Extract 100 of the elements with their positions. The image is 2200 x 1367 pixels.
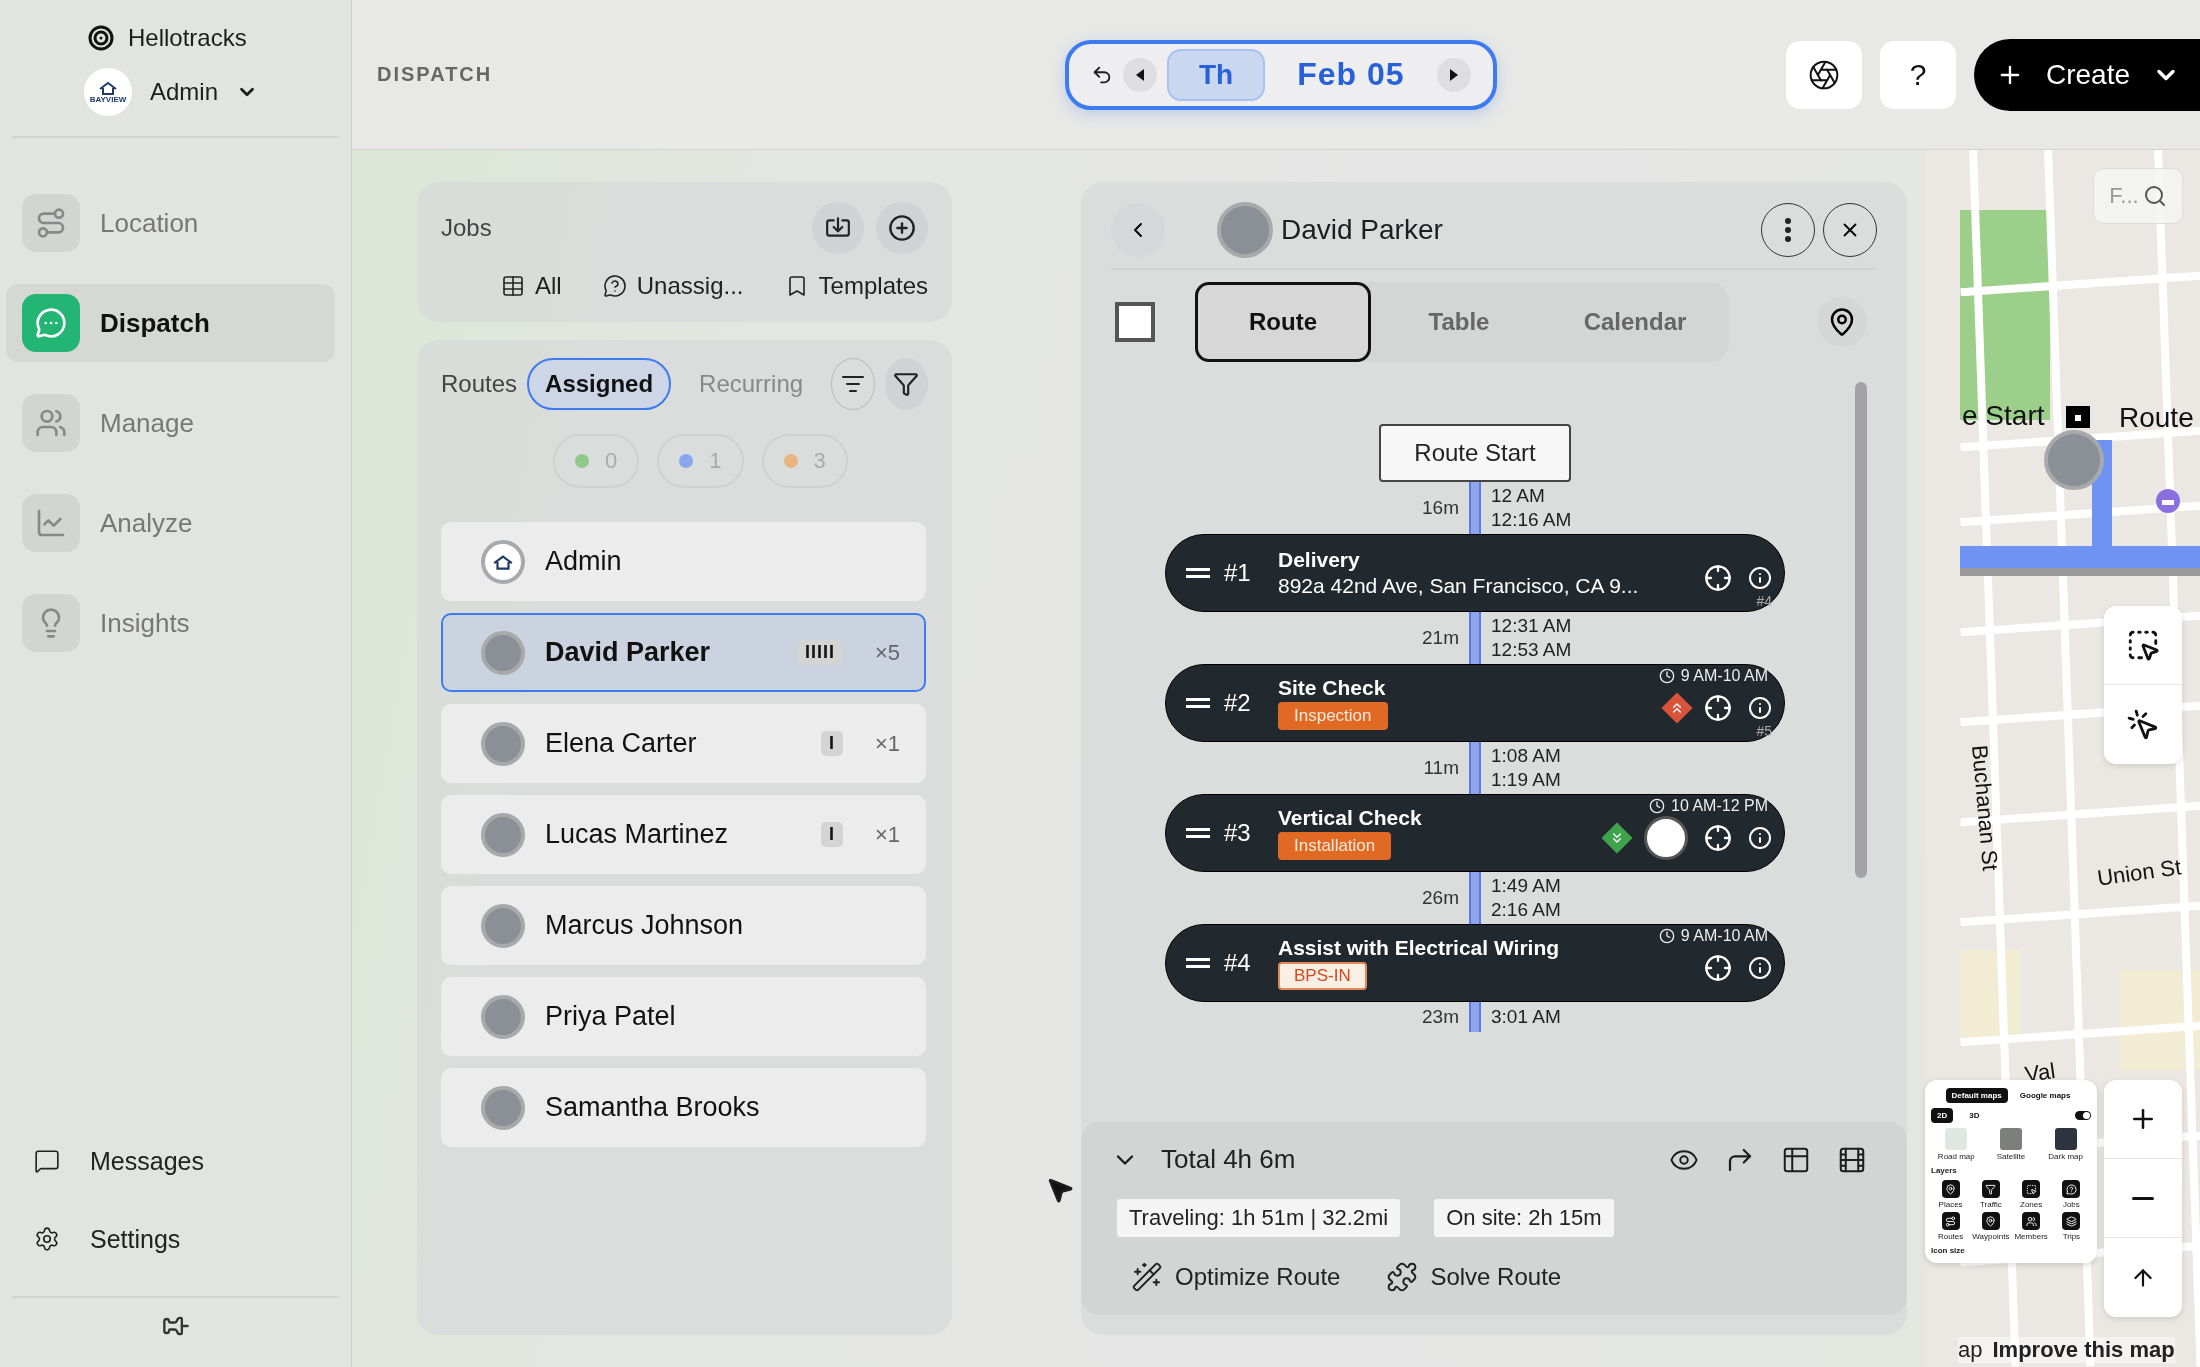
view-tab[interactable]: Table [1371, 282, 1547, 362]
locate-icon[interactable] [1704, 954, 1732, 982]
info-icon[interactable] [1748, 956, 1772, 980]
layer-icon[interactable] [1981, 1212, 2000, 1230]
layer-icon[interactable] [2062, 1180, 2081, 1198]
drag-handle-icon[interactable] [1186, 697, 1210, 709]
filter-link[interactable]: Unassig... [602, 272, 744, 300]
puzzle-icon [1386, 1261, 1419, 1293]
assignment-filter-tab[interactable]: Assigned [527, 358, 672, 410]
map-type-label: Road map [1937, 1152, 1975, 1161]
nav-item[interactable]: Analyze [6, 484, 335, 562]
nav-item[interactable]: Location [6, 184, 335, 262]
account-switcher[interactable]: BAYVIEW Admin [84, 68, 351, 116]
info-icon[interactable] [1748, 566, 1772, 590]
job-title: Assist with Electrical Wiring [1278, 936, 1560, 960]
map-type-thumbnail[interactable] [1945, 1128, 1968, 1150]
next-day-button[interactable] [1436, 57, 1471, 92]
layers-title: Layers [1931, 1166, 1958, 1175]
chat-bubble-icon [22, 294, 80, 352]
help-button[interactable]: ? [1880, 40, 1956, 109]
route-start-marker-icon [2066, 406, 2090, 428]
job-card[interactable]: #3 Vertical Check Installation 10 AM-12 PM [1165, 794, 1785, 872]
magic-wand-icon [1131, 1261, 1163, 1293]
create-button[interactable]: Create [1974, 38, 2200, 111]
map-style-tab[interactable]: Default maps [1945, 1088, 2008, 1103]
job-title: Site Check [1278, 676, 1386, 700]
improve-map-link[interactable]: Improve this map [1992, 1337, 2175, 1363]
map-type-thumbnail[interactable] [2000, 1128, 2022, 1150]
layer-icon[interactable] [2022, 1180, 2041, 1198]
member-row[interactable]: Marcus Johnson [441, 886, 926, 965]
time-window-text: 9 AM-10 AM [1680, 927, 1768, 945]
route-action-button[interactable]: Optimize Route [1131, 1261, 1341, 1293]
drag-handle-icon[interactable] [1186, 827, 1210, 839]
route-stat: Traveling: 1h 51m | 32.2mi [1117, 1199, 1401, 1237]
route-start-button[interactable]: Route Start [1379, 424, 1571, 482]
locate-icon[interactable] [1704, 824, 1732, 852]
nav-item[interactable]: Manage [6, 384, 335, 462]
checkbox[interactable] [1115, 302, 1155, 342]
member-row[interactable]: Admin [441, 522, 926, 601]
more-icon [1785, 218, 1791, 242]
member-row[interactable]: David Parker IIIII ×5 [441, 613, 926, 692]
lightbulb-icon [22, 594, 80, 652]
nav-item[interactable]: Settings [34, 1210, 335, 1268]
layer-label: Places [1938, 1200, 1963, 1209]
nav-item[interactable]: Messages [34, 1132, 335, 1190]
travel-time: 1:08 AM [1491, 745, 1562, 767]
member-row[interactable]: Samantha Brooks [441, 1068, 926, 1147]
add-job-button[interactable] [876, 202, 928, 254]
users-icon [22, 394, 80, 452]
map-label: Buchanan St [1966, 744, 2003, 872]
assistant-button[interactable] [1786, 40, 1862, 109]
nav-item[interactable]: Insights [6, 584, 335, 662]
layer-icon[interactable] [1941, 1212, 1960, 1230]
info-icon[interactable] [1748, 696, 1772, 720]
avatar [1217, 202, 1273, 258]
member-row[interactable]: Lucas Martinez I ×1 [441, 795, 926, 874]
member-row[interactable]: Priya Patel [441, 977, 926, 1056]
drag-handle-icon[interactable] [1186, 567, 1210, 579]
settings-icon [34, 1226, 60, 1252]
route-icon [22, 194, 80, 252]
avatar [481, 1085, 525, 1130]
job-card[interactable]: #1 Delivery 892a 42nd Ave, San Francisco, CA 9... #4 [1165, 534, 1785, 612]
map-style-tab[interactable]: Google maps [2013, 1088, 2077, 1103]
weekday-chip: Th [1167, 48, 1266, 101]
member-row[interactable]: Elena Carter I ×1 [441, 704, 926, 783]
clock-icon [1649, 798, 1666, 814]
date-picker[interactable]: Th Feb 05 [1065, 39, 1497, 110]
route-action-button[interactable]: Solve Route [1386, 1261, 1562, 1293]
panel-title: Jobs [441, 214, 492, 242]
view-tab[interactable]: Route [1195, 282, 1371, 362]
map-pin-button[interactable] [1817, 297, 1867, 347]
job-card[interactable]: #4 Assist with Electrical Wiring BPS-IN 9 AM-10 AM [1165, 924, 1785, 1002]
map-mode-tab[interactable]: 3D [1963, 1108, 1986, 1123]
import-button[interactable] [812, 202, 864, 254]
locate-icon[interactable] [1704, 564, 1732, 592]
locate-icon[interactable] [1704, 694, 1732, 722]
job-card[interactable]: #2 Site Check Inspection 9 AM-10 AM #5 [1165, 664, 1785, 742]
layer-icon[interactable] [2062, 1212, 2081, 1230]
time-window-text: 10 AM-12 PM [1671, 797, 1768, 815]
previous-day-button[interactable] [1123, 57, 1157, 92]
route-total: Total 4h 6m [1161, 1144, 1296, 1175]
info-icon[interactable] [1748, 826, 1772, 850]
clock-icon [1658, 928, 1675, 944]
view-tab[interactable]: Calendar [1547, 282, 1723, 362]
toggle-switch[interactable] [2075, 1111, 2091, 1120]
chat-icon [34, 1148, 60, 1174]
layer-icon[interactable] [1941, 1180, 1960, 1198]
filter-link[interactable]: Templates [784, 272, 928, 300]
nav-item[interactable]: Dispatch [6, 284, 335, 362]
travel-duration: 21m [1422, 627, 1459, 649]
layer-icon[interactable] [1981, 1180, 2000, 1198]
map-label: Union St [2095, 854, 2183, 892]
scrollbar[interactable] [1855, 382, 1867, 878]
job-count: ×1 [874, 821, 900, 848]
table-icon [501, 274, 525, 298]
map-mode-tab[interactable]: 2D [1931, 1108, 1954, 1123]
layer-icon[interactable] [2022, 1212, 2041, 1230]
filter-link[interactable]: All [501, 272, 562, 300]
map-type-thumbnail[interactable] [2054, 1128, 2077, 1150]
drag-handle-icon[interactable] [1186, 957, 1210, 969]
